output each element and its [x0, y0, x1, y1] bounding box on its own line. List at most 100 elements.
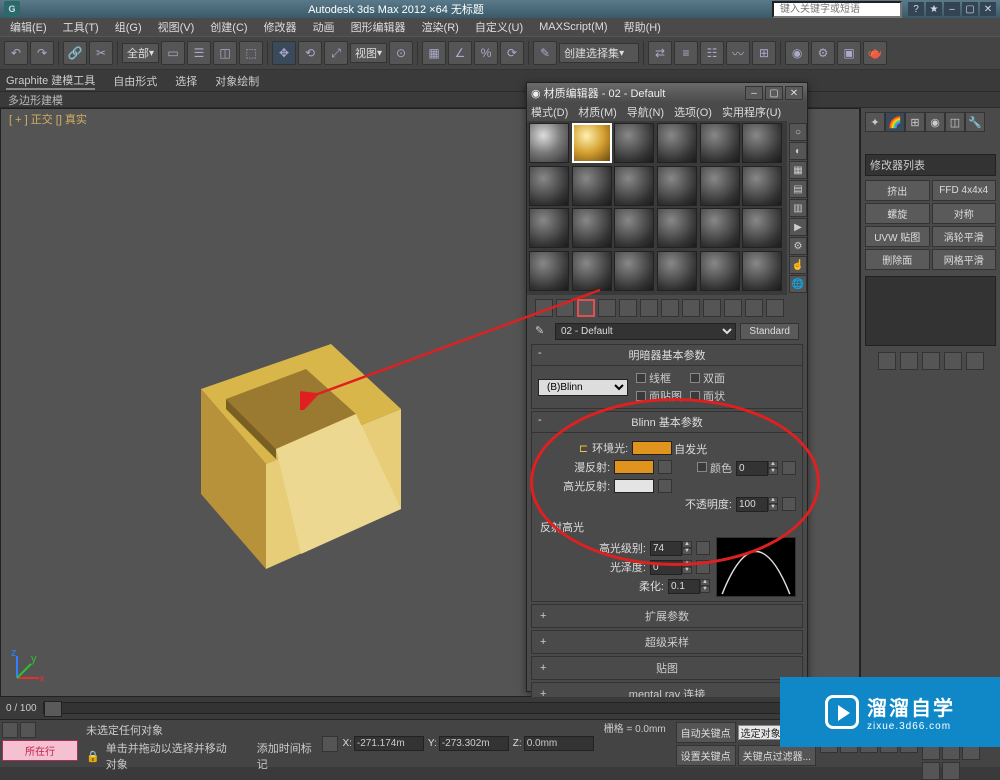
menu-animation[interactable]: 动画 [307, 19, 341, 35]
menu-maxscript[interactable]: MAXScript(M) [533, 21, 613, 33]
link-icon[interactable]: 🔗 [63, 41, 87, 65]
sample-slot[interactable] [700, 208, 740, 248]
backlight-icon[interactable]: ◐ [789, 142, 807, 160]
utilities-tab-icon[interactable]: 🔧 [965, 112, 985, 132]
unlink-icon[interactable]: ✂ [89, 41, 113, 65]
mod-meshsmooth-button[interactable]: 网格平滑 [932, 249, 997, 270]
speclevel-spinner[interactable]: ▲▼ [650, 541, 692, 556]
diffuse-map-slot[interactable] [658, 460, 672, 474]
named-selection-combo[interactable]: 创建选择集 ▾ [559, 43, 639, 63]
facemap-checkbox[interactable]: 面贴图 [636, 388, 682, 404]
move-icon[interactable]: ✥ [272, 41, 296, 65]
sample-slot[interactable] [657, 251, 697, 291]
glossiness-spinner[interactable]: ▲▼ [650, 560, 692, 575]
me-menu-navigation[interactable]: 导航(N) [627, 104, 664, 120]
lock-selection-icon[interactable]: 🔒 [86, 750, 100, 763]
wire-checkbox[interactable]: 线框 [636, 370, 682, 386]
mod-symmetry-button[interactable]: 对称 [932, 203, 997, 224]
scale-icon[interactable]: ⤢ [324, 41, 348, 65]
make-copy-icon[interactable] [619, 299, 637, 317]
coord-y-input[interactable] [439, 736, 509, 751]
hierarchy-tab-icon[interactable]: ⊞ [905, 112, 925, 132]
sample-type-icon[interactable]: ○ [789, 123, 807, 141]
time-slider-head[interactable] [44, 701, 62, 717]
menu-customize[interactable]: 自定义(U) [469, 19, 529, 35]
options-icon[interactable]: ⚙ [789, 237, 807, 255]
sample-slot-active[interactable] [572, 123, 612, 163]
me-menu-mode[interactable]: 模式(D) [531, 104, 568, 120]
sample-slot[interactable] [529, 166, 569, 206]
assign-to-selection-icon[interactable] [577, 299, 595, 317]
show-end-icon[interactable] [900, 352, 918, 370]
opacity-spinner[interactable]: ▲▼ [736, 497, 778, 512]
go-sibling-icon[interactable] [766, 299, 784, 317]
mat-map-nav-icon[interactable]: 🌐 [789, 275, 807, 293]
sample-slot[interactable] [700, 166, 740, 206]
sample-slot[interactable] [614, 251, 654, 291]
close-button[interactable]: ✕ [980, 2, 996, 16]
tab-graphite[interactable]: Graphite 建模工具 [6, 72, 95, 90]
manage-sets-icon[interactable]: ✎ [533, 41, 557, 65]
me-menu-utilities[interactable]: 实用程序(U) [722, 104, 781, 120]
specular-color-swatch[interactable] [614, 479, 654, 493]
maximize-viewport-icon[interactable] [942, 762, 960, 780]
sample-slot[interactable] [572, 251, 612, 291]
coord-x-input[interactable] [354, 736, 424, 751]
put-to-library-icon[interactable] [661, 299, 679, 317]
undo-icon[interactable]: ↶ [4, 41, 28, 65]
get-material-icon[interactable] [535, 299, 553, 317]
tab-selection[interactable]: 选择 [175, 73, 197, 89]
pick-material-icon[interactable]: ✎ [535, 324, 551, 340]
diffuse-color-swatch[interactable] [614, 460, 654, 474]
select-region-icon[interactable]: ◫ [213, 41, 237, 65]
remove-mod-icon[interactable] [944, 352, 962, 370]
layers-icon[interactable]: ☷ [700, 41, 724, 65]
angle-snap-icon[interactable]: ∠ [448, 41, 472, 65]
time-track[interactable] [43, 702, 854, 714]
modifier-stack[interactable] [865, 276, 996, 346]
dialog-minimize-button[interactable]: – [745, 86, 763, 100]
sample-slot[interactable] [614, 208, 654, 248]
rollout-shader-header[interactable]: -明暗器基本参数 [532, 345, 802, 366]
2sided-checkbox[interactable]: 双面 [690, 370, 725, 386]
script-rec-icon[interactable] [20, 722, 36, 738]
schematic-icon[interactable]: ⊞ [752, 41, 776, 65]
tab-freeform[interactable]: 自由形式 [113, 73, 157, 89]
snap-toggle-icon[interactable]: ▦ [422, 41, 446, 65]
sample-slot[interactable] [529, 123, 569, 163]
mod-uvwmap-button[interactable]: UVW 贴图 [865, 226, 930, 247]
viewport-3d-object[interactable] [131, 309, 411, 589]
sample-slot[interactable] [529, 251, 569, 291]
add-time-tag-button[interactable]: 添加时间标记 [257, 740, 315, 772]
spinner-snap-icon[interactable]: ⟳ [500, 41, 524, 65]
sample-slot[interactable] [742, 123, 782, 163]
redo-icon[interactable]: ↷ [30, 41, 54, 65]
help-search-input[interactable] [772, 1, 902, 18]
mod-extrude-button[interactable]: 挤出 [865, 180, 930, 201]
coord-z-input[interactable] [524, 736, 594, 751]
keyfilters-button[interactable]: 关键点过滤器... [738, 745, 816, 766]
orbit-icon[interactable] [922, 762, 940, 780]
sample-slot[interactable] [529, 208, 569, 248]
sample-uv-icon[interactable]: ▤ [789, 180, 807, 198]
menu-grapheditors[interactable]: 图形编辑器 [345, 19, 412, 35]
mod-ffd-button[interactable]: FFD 4x4x4 [932, 180, 997, 201]
selfillum-color-checkbox[interactable]: 颜色 [697, 460, 732, 476]
sample-slot[interactable] [700, 251, 740, 291]
sample-slot[interactable] [572, 208, 612, 248]
rollout-supersampling[interactable]: +超级采样 [531, 630, 803, 654]
menu-tools[interactable]: 工具(T) [57, 19, 105, 35]
menu-view[interactable]: 视图(V) [152, 19, 201, 35]
render-setup-icon[interactable]: ⚙ [811, 41, 835, 65]
sample-slot[interactable] [614, 166, 654, 206]
select-name-icon[interactable]: ☰ [187, 41, 211, 65]
sample-slot[interactable] [614, 123, 654, 163]
viewport-label[interactable]: [ + ] 正交 [] 真实 [9, 111, 87, 127]
menu-group[interactable]: 组(G) [109, 19, 148, 35]
refcoord-combo[interactable]: 视图 ▾ [350, 43, 387, 63]
maximize-button[interactable]: ▢ [962, 2, 978, 16]
material-type-button[interactable]: Standard [740, 323, 799, 340]
sample-slot[interactable] [657, 123, 697, 163]
autokey-button[interactable]: 自动关键点 [676, 722, 736, 743]
tab-objectpaint[interactable]: 对象绘制 [215, 73, 259, 89]
